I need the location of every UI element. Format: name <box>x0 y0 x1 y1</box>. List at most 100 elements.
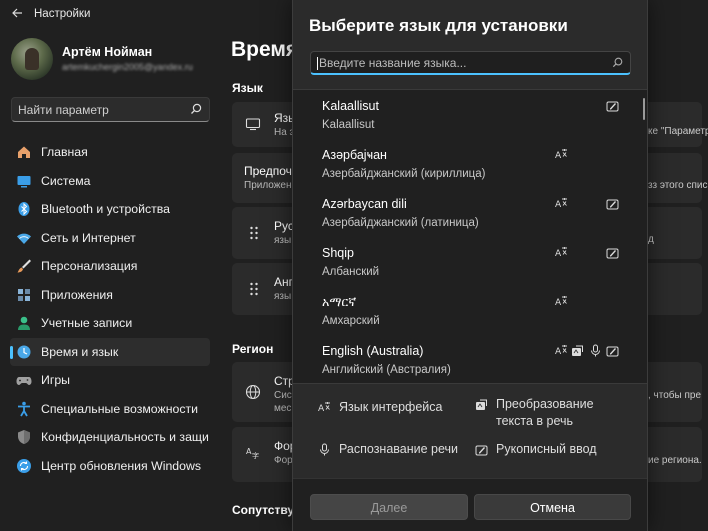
sidebar-item-network[interactable]: Сеть и Интернет <box>10 224 210 253</box>
sidebar-item-label: Специальные возможности <box>41 401 198 416</box>
language-name: Shqip <box>322 246 354 260</box>
language-name: አማርኛ <box>322 295 357 309</box>
update-icon <box>17 458 31 473</box>
svg-text:A: A <box>318 404 325 414</box>
install-language-dialog: Выберите язык для установки KalaallisutK… <box>292 0 648 531</box>
sidebar-item-gaming[interactable]: Игры <box>10 366 210 395</box>
user-email: artemkuchergin2005@yandex.ru <box>62 62 193 72</box>
user-name: Артём Нойман <box>62 45 153 59</box>
sidebar-item-label: Система <box>41 173 91 188</box>
sidebar-item-personalization[interactable]: Персонализация <box>10 252 210 281</box>
arrow-left-icon <box>12 8 22 18</box>
sidebar-item-label: Сеть и Интернет <box>41 230 136 245</box>
sidebar-item-label: Приложения <box>41 287 113 302</box>
legend-label: Язык интерфейса <box>339 400 443 414</box>
language-list[interactable]: Kalaallisut Kalaallisut Азәрбајҹан Азербайд… <box>293 89 647 384</box>
sidebar-item-time-language[interactable]: Время и язык <box>10 337 210 366</box>
sidebar-item-privacy[interactable]: Конфиденциальность и защи <box>10 423 210 452</box>
svg-text:A: A <box>555 200 562 210</box>
card-title: Рус <box>274 219 294 233</box>
apps-icon <box>18 288 30 301</box>
sidebar-item-accessibility[interactable]: Специальные возможности <box>10 395 210 424</box>
card-subtitle: язы <box>274 291 292 302</box>
card-subtitle: язы <box>274 235 292 246</box>
accounts-icon <box>18 316 30 331</box>
card-description-tail: ке "Параметры <box>648 126 708 137</box>
display-language-icon: A <box>555 148 568 161</box>
legend-text-to-speech: Преобразование текста в речь <box>475 396 625 430</box>
time-language-icon <box>17 345 31 359</box>
card-description-tail: , чтобы пре <box>648 390 702 401</box>
accessibility-icon <box>18 401 30 417</box>
language-option[interactable]: English (Australia) Английский (Австралия… <box>293 335 647 383</box>
sidebar-nav: Главная Система Bluetooth и устройства С… <box>10 138 210 480</box>
sidebar-item-label: Bluetooth и устройства <box>41 202 171 217</box>
section-language-label: Язык <box>232 81 263 95</box>
svg-text:A: A <box>555 249 562 259</box>
card-subtitle: Сис <box>274 390 292 401</box>
handwriting-icon <box>475 445 488 456</box>
search-icon <box>612 57 623 68</box>
legend-label: Рукописный ввод <box>496 442 597 456</box>
system-icon <box>17 175 31 188</box>
card-subtitle: мес <box>274 403 292 414</box>
card-subtitle: Фор <box>274 455 293 466</box>
settings-search[interactable] <box>11 97 210 122</box>
language-localized-name: Албанский <box>322 266 380 278</box>
legend-handwriting: Рукописный ввод <box>475 441 597 458</box>
display-language-icon: A <box>555 246 568 259</box>
sidebar-item-system[interactable]: Система <box>10 167 210 196</box>
microphone-icon <box>589 344 602 357</box>
language-option[interactable]: Shqip Албанский A <box>293 237 647 286</box>
text-to-speech-icon <box>476 399 487 410</box>
language-name: Азәрбајҹан <box>322 148 387 162</box>
drag-handle-icon[interactable] <box>246 225 262 241</box>
sidebar-item-label: Учетные записи <box>41 316 133 331</box>
language-localized-name: Английский (Австралия) <box>322 364 451 376</box>
display-language-icon: A <box>318 402 330 414</box>
legend-speech-recognition: Распознавание речи <box>318 441 458 458</box>
monitor-icon <box>245 118 261 131</box>
back-button[interactable] <box>8 6 26 24</box>
card-subtitle: Приложен <box>244 180 292 191</box>
feature-legend: A Язык интерфейса Преобразование текста … <box>293 386 647 478</box>
section-region-label: Регион <box>232 342 274 356</box>
language-localized-name: Азербайджанский (латиница) <box>322 217 479 229</box>
language-search-input[interactable] <box>319 55 604 71</box>
page-title: Время <box>231 38 299 61</box>
handwriting-icon <box>606 344 619 357</box>
sidebar-item-label: Конфиденциальность и защи <box>41 430 209 445</box>
regional-format-icon: A字 <box>246 447 259 460</box>
drag-handle-icon[interactable] <box>246 281 262 297</box>
language-search[interactable] <box>310 51 631 75</box>
sidebar-item-label: Центр обновления Windows <box>41 458 202 473</box>
legend-display-language: A Язык интерфейса <box>318 399 442 416</box>
sidebar-item-home[interactable]: Главная <box>10 138 210 167</box>
sidebar-item-windows-update[interactable]: Центр обновления Windows <box>10 452 210 481</box>
next-button[interactable]: Далее <box>310 494 468 520</box>
language-option[interactable]: አማርኛ Амхарский A <box>293 286 647 335</box>
dialog-footer: Далее Отмена <box>293 478 647 531</box>
language-option[interactable]: Azərbaycan dili Азербайджанский (латиница… <box>293 188 647 237</box>
globe-icon <box>245 384 261 400</box>
language-name: Azərbaycan dili <box>322 197 407 211</box>
language-option[interactable]: Азәрбајҹан Азербайджанский (кириллица) A <box>293 139 647 188</box>
card-title: Предпоч <box>244 164 292 178</box>
language-localized-name: Азербайджанский (кириллица) <box>322 168 486 180</box>
search-icon <box>191 103 202 114</box>
sidebar-item-bluetooth[interactable]: Bluetooth и устройства <box>10 195 210 224</box>
avatar <box>11 38 53 80</box>
microphone-icon <box>320 443 329 456</box>
language-option[interactable]: Kalaallisut Kalaallisut <box>293 90 647 139</box>
dialog-title: Выберите язык для установки <box>309 16 568 35</box>
sidebar-item-accounts[interactable]: Учетные записи <box>10 309 210 338</box>
handwriting-icon <box>606 246 619 259</box>
svg-text:字: 字 <box>252 451 259 460</box>
cancel-button[interactable]: Отмена <box>474 494 631 520</box>
sidebar-item-apps[interactable]: Приложения <box>10 281 210 310</box>
app-title: Настройки <box>34 8 91 20</box>
card-description-tail: ие региона. <box>648 455 702 466</box>
svg-text:A: A <box>555 298 562 308</box>
settings-search-input[interactable] <box>18 101 188 119</box>
brush-icon <box>17 259 31 273</box>
